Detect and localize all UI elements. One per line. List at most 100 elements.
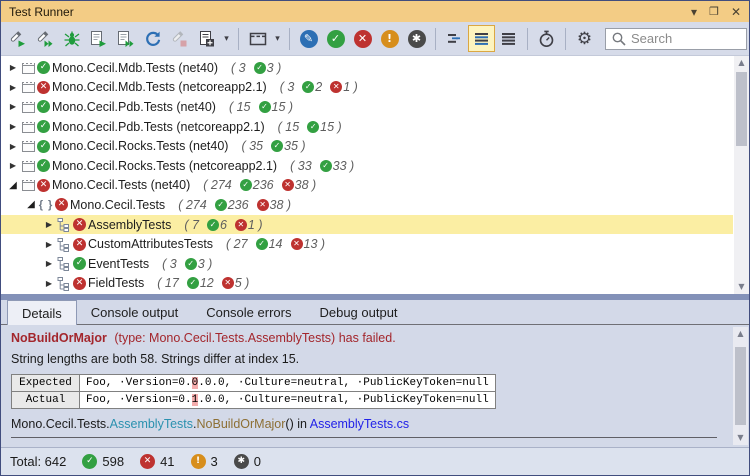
- run-all-until-failure-button[interactable]: [113, 26, 138, 51]
- expand-icon[interactable]: ▶: [7, 83, 19, 92]
- expand-icon[interactable]: ▶: [7, 63, 19, 72]
- filter-skipped-icon[interactable]: ✱: [404, 26, 429, 51]
- window-position-dropdown-icon[interactable]: ▾: [272, 34, 283, 44]
- group-flat-icon[interactable]: [496, 26, 521, 51]
- window-position-button[interactable]: [245, 26, 270, 51]
- tree-scrollbar[interactable]: ▲ ▼: [734, 56, 749, 294]
- scroll-up-icon[interactable]: ▲: [733, 327, 748, 341]
- failed-count-icon: ✕: [257, 199, 269, 211]
- toolbar: ▾ ▾ ✎ ✓ ✕ ! ✱ ⚙: [1, 22, 749, 56]
- diff-row: ExpectedFoo, ·Version=0.0.0.0, ·Culture=…: [12, 375, 496, 392]
- tree-row[interactable]: ▶✓Mono.Cecil.Rocks.Tests (net40)( 35✓35 …: [1, 136, 733, 156]
- passed-count-icon: ✓: [256, 238, 268, 250]
- scroll-down-icon[interactable]: ▼: [734, 280, 749, 294]
- export-dropdown-icon[interactable]: ▾: [221, 34, 232, 44]
- failure-description: (type: Mono.Cecil.Tests.AssemblyTests) h…: [111, 331, 396, 345]
- tree-row[interactable]: ▶✓Mono.Cecil.Pdb.Tests (netcoreapp2.1)( …: [1, 117, 733, 137]
- expand-icon[interactable]: ▶: [7, 142, 19, 151]
- passed-icon: ✓: [82, 454, 97, 469]
- status-passed-icon: ✓: [37, 61, 50, 74]
- filter-passed-icon[interactable]: ✓: [323, 26, 348, 51]
- expand-icon[interactable]: ▶: [7, 161, 19, 170]
- expand-icon[interactable]: ▶: [7, 102, 19, 111]
- scroll-up-icon[interactable]: ▲: [734, 56, 749, 70]
- toolbar-separator: [238, 28, 239, 50]
- assembly-icon: [19, 100, 37, 114]
- filter-failed-icon[interactable]: ✕: [350, 26, 375, 51]
- abort-run-button-disabled[interactable]: [167, 26, 192, 51]
- status-failed-icon: ✕: [37, 81, 50, 94]
- separator-line: [11, 437, 717, 438]
- tree-row[interactable]: ▶✕Mono.Cecil.Mdb.Tests (netcoreapp2.1)( …: [1, 78, 733, 98]
- test-name: Mono.Cecil.Pdb.Tests (netcoreapp2.1): [52, 120, 265, 134]
- status-bar: Total: 642 ✓598 ✕41 !3 ✱0: [1, 447, 749, 475]
- search-input[interactable]: [631, 31, 741, 46]
- filter-not-run-icon[interactable]: ✎: [296, 26, 321, 51]
- details-tabstrip: Details Console output Console errors De…: [1, 300, 749, 325]
- expand-icon[interactable]: ▶: [7, 122, 19, 131]
- titlebar: Test Runner ▾ ❐ ✕: [1, 1, 749, 22]
- expand-icon[interactable]: ▶: [43, 279, 55, 288]
- diff-label: Expected: [12, 375, 80, 392]
- test-counts: ( 17✓12✕5 ): [157, 276, 249, 290]
- expand-icon[interactable]: ▶: [43, 259, 55, 268]
- tree-row[interactable]: ▶✕CustomAttributesTests( 27✓14✕13 ): [1, 234, 733, 254]
- failed-count-icon: ✕: [282, 179, 294, 191]
- filter-warning-icon[interactable]: !: [377, 26, 402, 51]
- details-scrollbar[interactable]: ▲ ▼: [733, 327, 748, 445]
- passed-count-icon: ✓: [320, 160, 332, 172]
- run-test-until-failure-button[interactable]: [32, 26, 57, 51]
- search-box[interactable]: [605, 28, 747, 50]
- debug-tests-bug-icon[interactable]: [59, 26, 84, 51]
- passed-count-icon: ✓: [307, 121, 319, 133]
- diff-value: Foo, ·Version=0.1.0.0, ·Culture=neutral,…: [80, 392, 496, 409]
- tree-row[interactable]: ◢{ }✕Mono.Cecil.Tests( 274✓236✕38 ): [1, 195, 733, 215]
- close-icon[interactable]: ✕: [731, 5, 741, 19]
- group-compact-icon[interactable]: [442, 26, 467, 51]
- tab-details[interactable]: Details: [7, 300, 77, 325]
- tree-row[interactable]: ▶✓Mono.Cecil.Mdb.Tests (net40)( 3✓3 ): [1, 58, 733, 78]
- stack-class[interactable]: AssemblyTests: [110, 417, 193, 431]
- scrollbar-thumb[interactable]: [736, 72, 747, 146]
- test-name: Mono.Cecil.Mdb.Tests (netcoreapp2.1): [52, 80, 267, 94]
- test-name: Mono.Cecil.Tests: [70, 198, 165, 212]
- stack-method[interactable]: NoBuildOrMajor: [197, 417, 286, 431]
- scroll-down-icon[interactable]: ▼: [733, 431, 748, 445]
- export-results-button[interactable]: [194, 26, 219, 51]
- expand-icon[interactable]: ▶: [43, 220, 55, 229]
- tree-row[interactable]: ▶✕AssemblyTests( 7✓6✕1 ): [1, 215, 733, 235]
- tab-console-errors[interactable]: Console errors: [192, 301, 305, 325]
- expand-icon[interactable]: ▶: [43, 240, 55, 249]
- passed-count: 598: [102, 454, 124, 469]
- group-detailed-icon[interactable]: [469, 26, 494, 51]
- scrollbar-thumb[interactable]: [735, 347, 746, 425]
- source-file-link[interactable]: AssemblyTests.cs: [310, 417, 409, 431]
- test-name: Mono.Cecil.Pdb.Tests (net40): [52, 100, 216, 114]
- collapse-icon[interactable]: ◢: [7, 180, 19, 191]
- failed-count-icon: ✕: [222, 277, 234, 289]
- test-counts: ( 35✓35 ): [241, 139, 305, 153]
- stack-trace-line: Mono.Cecil.Tests.AssemblyTests.NoBuildOr…: [11, 417, 739, 431]
- window-menu-icon[interactable]: ▾: [691, 5, 697, 19]
- tab-console-output[interactable]: Console output: [77, 301, 192, 325]
- failed-count-icon: ✕: [235, 219, 247, 231]
- tree-row[interactable]: ▶✓EventTests( 3✓3 ): [1, 254, 733, 274]
- diff-value: Foo, ·Version=0.0.0.0, ·Culture=neutral,…: [80, 375, 496, 392]
- maximize-icon[interactable]: ❐: [709, 5, 719, 19]
- run-all-tests-button[interactable]: [86, 26, 111, 51]
- settings-gear-icon[interactable]: ⚙: [572, 26, 597, 51]
- refresh-tests-button[interactable]: [140, 26, 165, 51]
- assembly-icon: [19, 80, 37, 94]
- run-test-button[interactable]: [5, 26, 30, 51]
- show-durations-stopwatch-icon[interactable]: [534, 26, 559, 51]
- passed-count-icon: ✓: [254, 62, 266, 74]
- tree-row[interactable]: ◢✕Mono.Cecil.Tests (net40)( 274✓236✕38 ): [1, 176, 733, 196]
- window-title: Test Runner: [9, 5, 74, 19]
- warning-count: 3: [211, 454, 218, 469]
- tab-debug-output[interactable]: Debug output: [305, 301, 411, 325]
- tree-row[interactable]: ▶✓Mono.Cecil.Rocks.Tests (netcoreapp2.1)…: [1, 156, 733, 176]
- tree-row[interactable]: ▶✓Mono.Cecil.Pdb.Tests (net40)( 15✓15 ): [1, 97, 733, 117]
- collapse-icon[interactable]: ◢: [25, 199, 37, 210]
- assembly-icon: [19, 61, 37, 75]
- tree-row[interactable]: ▶✕FieldTests( 17✓12✕5 ): [1, 274, 733, 294]
